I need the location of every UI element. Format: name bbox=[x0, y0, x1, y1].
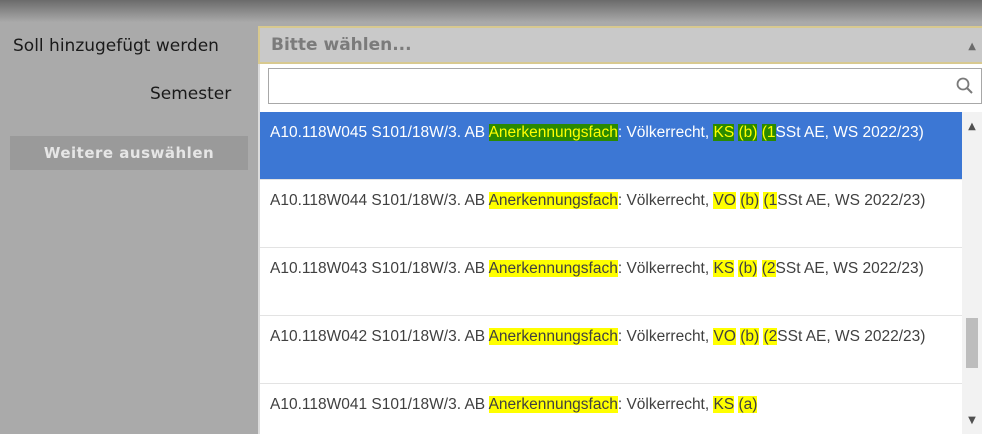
option-list: A10.118W045 S101/18W/3. AB Anerkennungsf… bbox=[260, 112, 962, 434]
option-text: SSt AE, WS 2022/23) bbox=[775, 260, 924, 277]
option-text: : Völkerrecht, bbox=[617, 260, 714, 277]
option-text: A10.118W041 S101/18W/3. AB bbox=[270, 396, 489, 413]
scroll-thumb[interactable] bbox=[966, 318, 978, 368]
list-item[interactable]: A10.118W043 S101/18W/3. AB Anerkennungsf… bbox=[260, 248, 962, 316]
list-item[interactable]: A10.118W041 S101/18W/3. AB Anerkennungsf… bbox=[260, 384, 962, 434]
scroll-up-icon[interactable]: ▲ bbox=[962, 116, 982, 136]
option-text: SSt AE, WS 2022/23) bbox=[775, 124, 924, 141]
semester-label: Semester bbox=[150, 84, 232, 104]
option-text: : Völkerrecht, bbox=[617, 396, 714, 413]
highlight-text: VO bbox=[713, 328, 736, 345]
highlight-text: Anerkennungsfach bbox=[488, 192, 618, 209]
select-placeholder: Bitte wählen... bbox=[271, 35, 412, 55]
option-text: A10.118W042 S101/18W/3. AB bbox=[270, 328, 489, 345]
option-text: A10.118W045 S101/18W/3. AB bbox=[270, 124, 489, 141]
add-label: Soll hinzugefügt werden bbox=[13, 36, 219, 56]
search-input[interactable] bbox=[271, 71, 931, 101]
highlight-text: (b) bbox=[738, 124, 758, 141]
highlight-text: (b) bbox=[738, 260, 758, 277]
page: Soll hinzugefügt werden Semester Weitere… bbox=[0, 0, 982, 434]
highlight-text: (a) bbox=[738, 396, 758, 413]
option-text: : Völkerrecht, bbox=[617, 124, 714, 141]
highlight-text: KS bbox=[713, 260, 735, 277]
highlight-text: (b) bbox=[740, 328, 760, 345]
highlight-text: (2 bbox=[763, 328, 778, 345]
highlight-text: Anerkennungsfach bbox=[488, 328, 618, 345]
option-text: SSt AE, WS 2022/23) bbox=[777, 192, 926, 209]
option-text: : Völkerrecht, bbox=[617, 192, 714, 209]
scrollbar[interactable]: ▲ ▼ bbox=[962, 112, 982, 434]
top-bar bbox=[0, 0, 982, 22]
highlight-text: (1 bbox=[763, 192, 778, 209]
caret-up-icon[interactable]: ▲ bbox=[968, 41, 976, 52]
option-text: A10.118W044 S101/18W/3. AB bbox=[270, 192, 489, 209]
highlight-text: KS bbox=[713, 124, 735, 141]
list-item[interactable]: A10.118W045 S101/18W/3. AB Anerkennungsf… bbox=[260, 112, 962, 180]
highlight-text: (2 bbox=[761, 260, 776, 277]
select-dropdown: A10.118W045 S101/18W/3. AB Anerkennungsf… bbox=[258, 64, 982, 434]
highlight-text: Anerkennungsfach bbox=[488, 260, 618, 277]
option-text: : Völkerrecht, bbox=[617, 328, 714, 345]
highlight-text: KS bbox=[713, 396, 735, 413]
highlight-text: (b) bbox=[740, 192, 760, 209]
highlight-text: Anerkennungsfach bbox=[488, 396, 618, 413]
highlight-text: VO bbox=[713, 192, 736, 209]
highlight-text: Anerkennungsfach bbox=[488, 124, 618, 141]
list-item[interactable]: A10.118W042 S101/18W/3. AB Anerkennungsf… bbox=[260, 316, 962, 384]
course-select[interactable]: Bitte wählen... ▲ bbox=[258, 26, 982, 64]
search-box[interactable] bbox=[268, 68, 982, 104]
option-text: A10.118W043 S101/18W/3. AB bbox=[270, 260, 489, 277]
option-text: SSt AE, WS 2022/23) bbox=[777, 328, 926, 345]
search-icon bbox=[956, 77, 973, 94]
scroll-down-icon[interactable]: ▼ bbox=[962, 410, 982, 430]
highlight-text: (1 bbox=[761, 124, 776, 141]
list-item[interactable]: A10.118W044 S101/18W/3. AB Anerkennungsf… bbox=[260, 180, 962, 248]
more-select-button[interactable]: Weitere auswählen bbox=[10, 136, 248, 170]
